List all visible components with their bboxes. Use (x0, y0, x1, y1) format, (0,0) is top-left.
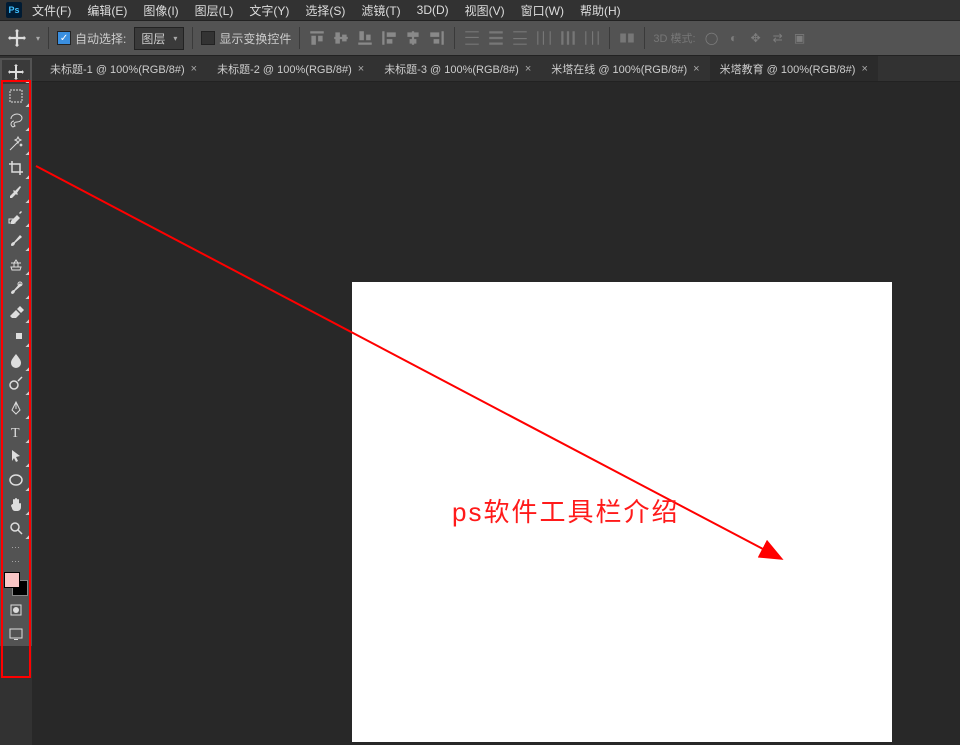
document-tab[interactable]: 未标题-1 @ 100%(RGB/8#) × (40, 56, 207, 81)
menu-item[interactable]: 帮助(H) (574, 0, 627, 21)
auto-select-label: 自动选择: (75, 30, 126, 47)
app-icon: Ps (6, 2, 22, 18)
foreground-swatch[interactable] (4, 572, 20, 588)
menu-item[interactable]: 视图(V) (459, 0, 511, 21)
pan-icon[interactable]: ✥ (748, 30, 764, 46)
hand-tool[interactable] (2, 492, 30, 516)
align-hcenter-icon[interactable] (404, 29, 422, 47)
path-selection-tool[interactable] (2, 444, 30, 468)
tab-label: 米塔教育 @ 100%(RGB/8#) (720, 61, 856, 77)
distribute-bottom-icon[interactable] (511, 29, 529, 47)
type-tool[interactable]: T (2, 420, 30, 444)
history-brush-tool[interactable] (2, 276, 30, 300)
close-icon[interactable]: × (191, 63, 197, 75)
align-right-icon[interactable] (428, 29, 446, 47)
align-top-icon[interactable] (308, 29, 326, 47)
auto-align-icon[interactable] (618, 29, 636, 47)
tab-label: 未标题-1 @ 100%(RGB/8#) (50, 61, 185, 77)
brush-tool[interactable] (2, 228, 30, 252)
auto-select-checkbox[interactable]: ✓自动选择: (57, 30, 126, 47)
zoom-tool[interactable] (2, 516, 30, 540)
align-group-1 (308, 29, 446, 47)
pen-tool[interactable] (2, 396, 30, 420)
menu-item[interactable]: 文件(F) (26, 0, 77, 21)
magic-wand-tool[interactable] (2, 132, 30, 156)
menu-item[interactable]: 编辑(E) (81, 0, 133, 21)
marquee-tool[interactable] (2, 84, 30, 108)
menu-item[interactable]: 图像(I) (137, 0, 184, 21)
menu-item[interactable]: 3D(D) (411, 1, 455, 19)
crop-tool[interactable] (2, 156, 30, 180)
toolbar-divider: ⋯ (2, 554, 30, 568)
align-left-icon[interactable] (380, 29, 398, 47)
close-icon[interactable]: × (861, 63, 867, 75)
distribute-left-icon[interactable] (535, 29, 553, 47)
3d-mode-label: 3D 模式: (653, 30, 695, 46)
quick-mask[interactable] (2, 598, 30, 622)
distribute-right-icon[interactable] (583, 29, 601, 47)
tab-label: 米塔在线 @ 100%(RGB/8#) (551, 61, 687, 77)
document-tab[interactable]: 米塔教育 @ 100%(RGB/8#) × (710, 56, 878, 81)
clone-stamp-tool[interactable] (2, 252, 30, 276)
distribute-hcenter-icon[interactable] (559, 29, 577, 47)
blur-tool[interactable] (2, 348, 30, 372)
distribute-vcenter-icon[interactable] (487, 29, 505, 47)
workspace: ps软件工具栏介绍 (32, 82, 960, 745)
roll-icon[interactable]: ◐ (726, 30, 742, 46)
ellipse-tool[interactable] (2, 468, 30, 492)
move-tool[interactable] (2, 60, 30, 84)
chevron-down-icon[interactable]: ▾ (36, 34, 40, 43)
document-tab[interactable]: 米塔在线 @ 100%(RGB/8#) × (541, 56, 709, 81)
auto-select-target[interactable]: 图层▾ (134, 27, 184, 50)
eraser-tool[interactable] (2, 300, 30, 324)
gradient-tool[interactable] (2, 324, 30, 348)
align-bottom-icon[interactable] (356, 29, 374, 47)
annotation-text: ps软件工具栏介绍 (452, 492, 679, 529)
tab-label: 未标题-2 @ 100%(RGB/8#) (217, 61, 352, 77)
svg-text:T: T (11, 426, 20, 440)
show-transform-label: 显示变换控件 (219, 30, 291, 47)
close-icon[interactable]: × (358, 63, 364, 75)
tab-label: 未标题-3 @ 100%(RGB/8#) (384, 61, 519, 77)
edit-toolbar[interactable]: ⋯ (2, 540, 30, 554)
options-bar: ▾ ✓自动选择: 图层▾ 显示变换控件 3D 模式: ◯ ◐ ✥ ⇄ ▣ (0, 20, 960, 56)
document-tab-bar: 未标题-1 @ 100%(RGB/8#) × 未标题-2 @ 100%(RGB/… (0, 56, 960, 82)
menu-item[interactable]: 滤镜(T) (355, 0, 406, 21)
camera-icon[interactable]: ▣ (792, 30, 808, 46)
menu-item[interactable]: 选择(S) (299, 0, 351, 21)
distribute-top-icon[interactable] (463, 29, 481, 47)
screen-mode[interactable] (2, 622, 30, 646)
document-tab[interactable]: 未标题-2 @ 100%(RGB/8#) × (207, 56, 374, 81)
close-icon[interactable]: × (525, 63, 531, 75)
color-swatches[interactable] (2, 570, 30, 598)
annotation-arrow (30, 162, 810, 582)
menu-item[interactable]: 图层(L) (189, 0, 240, 21)
tools-panel: T ⋯⋯ (0, 58, 32, 646)
move-tool-icon[interactable] (8, 29, 26, 47)
distribute-group (463, 29, 601, 47)
dodge-tool[interactable] (2, 372, 30, 396)
menu-item[interactable]: 文字(Y) (243, 0, 295, 21)
eyedropper-tool[interactable] (2, 180, 30, 204)
3d-mode-icons: ◯ ◐ ✥ ⇄ ▣ (704, 30, 808, 46)
canvas[interactable]: ps软件工具栏介绍 (352, 282, 892, 742)
orbit-icon[interactable]: ◯ (704, 30, 720, 46)
close-icon[interactable]: × (693, 63, 699, 75)
show-transform-checkbox[interactable]: 显示变换控件 (201, 30, 291, 47)
slide-icon[interactable]: ⇄ (770, 30, 786, 46)
spot-healing-tool[interactable] (2, 204, 30, 228)
align-vcenter-icon[interactable] (332, 29, 350, 47)
document-tab[interactable]: 未标题-3 @ 100%(RGB/8#) × (374, 56, 541, 81)
menu-bar: Ps 文件(F)编辑(E)图像(I)图层(L)文字(Y)选择(S)滤镜(T) 3D… (0, 0, 960, 20)
lasso-tool[interactable] (2, 108, 30, 132)
menu-item[interactable]: 窗口(W) (515, 0, 570, 21)
